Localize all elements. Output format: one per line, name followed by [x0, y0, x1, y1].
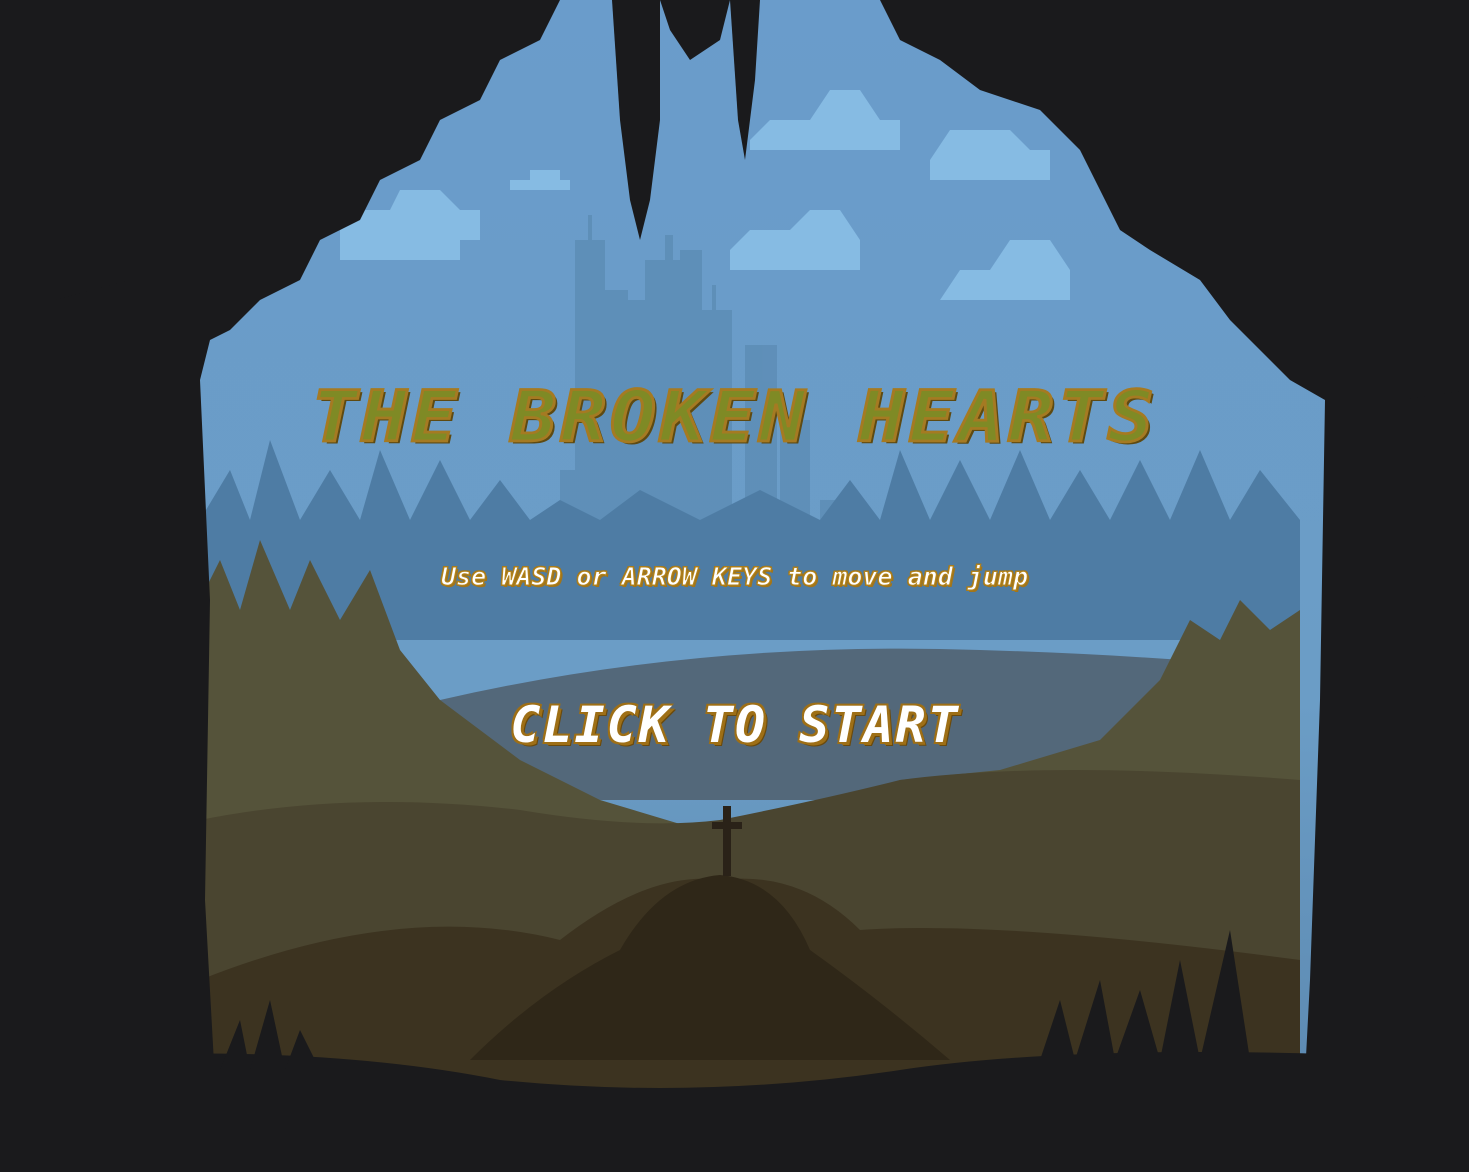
game-canvas[interactable]: THE BROKEN HEARTS Use WASD or ARROW KEYS… — [0, 0, 1469, 1172]
grave-cross — [723, 806, 731, 876]
controls-instructions: Use WASD or ARROW KEYS to move and jump — [441, 562, 1029, 592]
game-title: THE BROKEN HEARTS — [310, 374, 1158, 459]
start-button[interactable]: CLICK TO START — [440, 690, 1030, 760]
